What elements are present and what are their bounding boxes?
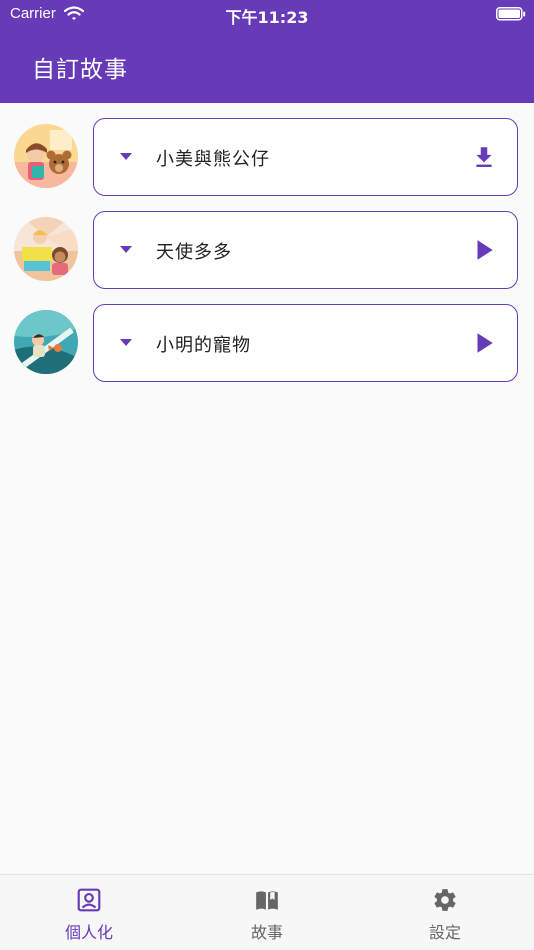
story-list: 小美與熊公仔 天使多多 小明的寵物 <box>0 118 534 397</box>
story-thumbnail <box>14 310 78 374</box>
story-row: 小美與熊公仔 <box>0 118 534 211</box>
caret-down-icon[interactable] <box>120 153 132 160</box>
story-title: 小明的寵物 <box>156 335 251 356</box>
nav-label: 故事 <box>250 923 283 942</box>
caret-down-icon[interactable] <box>120 246 132 253</box>
story-card[interactable]: 天使多多 <box>93 211 518 289</box>
play-icon[interactable] <box>471 237 497 263</box>
nav-label: 個人化 <box>64 923 113 942</box>
story-thumbnail <box>14 124 78 188</box>
story-title: 小美與熊公仔 <box>156 149 270 170</box>
story-card[interactable]: 小美與熊公仔 <box>93 118 518 196</box>
nav-item-stories[interactable]: 故事 <box>178 875 356 950</box>
page-title: 自訂故事 <box>32 57 128 83</box>
play-icon[interactable] <box>471 330 497 356</box>
story-thumbnail <box>14 217 78 281</box>
nav-item-personalize[interactable]: 個人化 <box>0 875 178 950</box>
story-row: 天使多多 <box>0 211 534 304</box>
bottom-nav: 個人化 故事 設定 <box>0 874 534 950</box>
gear-icon <box>434 889 456 911</box>
status-time: 下午11:23 <box>225 8 309 27</box>
nav-label: 設定 <box>428 923 461 942</box>
status-bar: Carrier 下午11:23 <box>0 0 534 28</box>
download-icon[interactable] <box>471 144 497 170</box>
caret-down-icon[interactable] <box>120 339 132 346</box>
profile-icon <box>77 888 101 912</box>
story-title: 天使多多 <box>156 242 232 263</box>
app-bar: 自訂故事 <box>0 28 534 103</box>
book-icon <box>256 891 278 910</box>
story-row: 小明的寵物 <box>0 304 534 397</box>
nav-item-settings[interactable]: 設定 <box>356 875 534 950</box>
battery-icon <box>496 7 526 21</box>
story-card[interactable]: 小明的寵物 <box>93 304 518 382</box>
